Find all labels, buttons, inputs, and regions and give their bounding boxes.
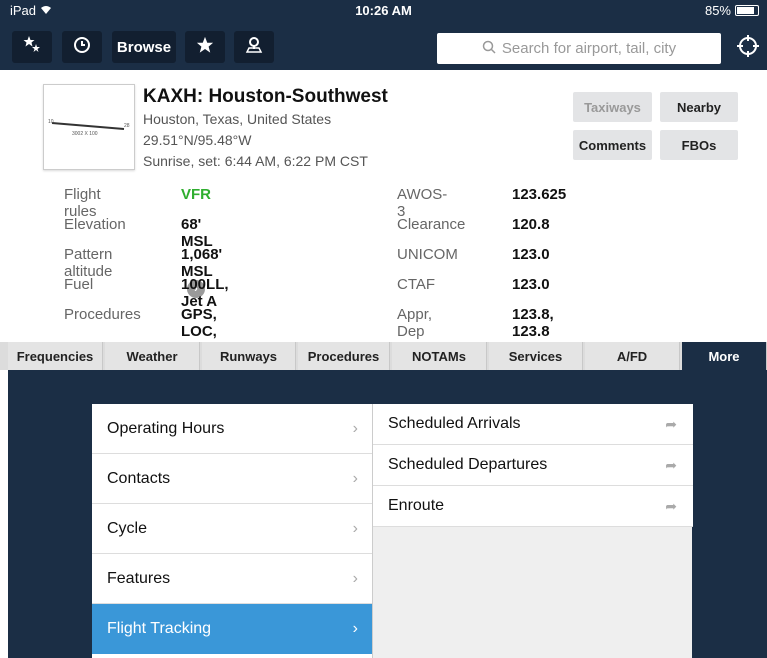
map-pin-button[interactable] — [234, 31, 274, 63]
battery-percent: 85% — [704, 3, 731, 18]
status-bar: iPad 10:26 AM 85% — [0, 0, 767, 22]
info-value: 123.0 — [512, 246, 550, 263]
tab-weather[interactable]: Weather — [105, 342, 200, 370]
clock-icon — [73, 36, 91, 58]
submenu-item-scheduled-departures[interactable]: Scheduled Departures ➦ — [373, 445, 693, 486]
tab-notams[interactable]: NOTAMs — [392, 342, 487, 370]
favorites-sparkle-button[interactable] — [12, 31, 52, 63]
search-icon — [482, 40, 496, 58]
taxiways-button[interactable]: Taxiways — [573, 92, 652, 122]
tab-more[interactable]: More — [682, 342, 767, 370]
sunrise-sunset: Sunrise, set: 6:44 AM, 6:22 PM CST — [143, 153, 368, 169]
info-label: Flight rules — [64, 186, 101, 220]
info-label: Clearance — [397, 216, 466, 233]
star-icon — [196, 36, 214, 58]
chevron-right-icon: › — [352, 519, 358, 537]
chevron-right-icon: › — [352, 469, 358, 487]
fbos-button[interactable]: FBOs — [660, 130, 738, 160]
info-label: Fuel — [64, 276, 94, 293]
menu-item-flight-tracking[interactable]: Flight Tracking › — [92, 604, 372, 654]
locate-button[interactable] — [731, 32, 765, 64]
tab-runways[interactable]: Runways — [202, 342, 296, 370]
info-value: 123.8, 123.8 — [512, 306, 554, 340]
share-arrow-icon: ➦ — [665, 456, 677, 473]
sparkle-stars-icon — [22, 35, 42, 59]
tab-procedures[interactable]: Procedures — [298, 342, 390, 370]
favorites-button[interactable] — [185, 31, 225, 63]
browse-button[interactable]: Browse — [112, 31, 176, 63]
search-placeholder: Search for airport, tail, city — [501, 40, 677, 57]
toolbar: Browse Search for airport, tail, city — [0, 22, 767, 70]
tab-afd[interactable]: A/FD — [585, 342, 680, 370]
runway-diagram-thumbnail[interactable]: 3002 X 100 10 28 — [43, 84, 135, 170]
info-value: 123.625 — [512, 186, 567, 203]
recent-button[interactable] — [62, 31, 102, 63]
chevron-right-icon: › — [352, 569, 358, 587]
info-label: Elevation — [64, 216, 126, 233]
info-label: CTAF — [397, 276, 436, 293]
info-value: 120.8 — [512, 216, 550, 233]
share-arrow-icon: ➦ — [665, 415, 677, 432]
submenu-item-enroute[interactable]: Enroute ➦ — [373, 486, 693, 527]
map-pin-icon — [245, 36, 263, 58]
info-label: Appr, Dep — [397, 306, 433, 340]
svg-text:3002 X 100: 3002 X 100 — [72, 131, 98, 137]
tab-bar: Frequencies Weather Runways Procedures N… — [0, 342, 767, 370]
battery-icon — [735, 5, 759, 16]
info-value: 100LL, Jet A — [181, 276, 229, 310]
info-label: Pattern altitude — [64, 246, 113, 280]
info-value: VFR — [181, 186, 211, 203]
svg-text:28: 28 — [124, 123, 130, 129]
search-input[interactable]: Search for airport, tail, city — [437, 33, 721, 64]
crosshair-icon — [737, 34, 759, 62]
share-arrow-icon: ➦ — [665, 497, 677, 514]
airport-coords: 29.51°N/95.48°W — [143, 132, 252, 148]
menu-item-contacts[interactable]: Contacts › — [92, 454, 372, 504]
chevron-right-icon: › — [352, 620, 358, 637]
info-value: 123.0 — [512, 276, 550, 293]
tab-services[interactable]: Services — [489, 342, 583, 370]
airport-location: Houston, Texas, United States — [143, 111, 332, 127]
chevron-right-icon: › — [352, 419, 358, 437]
info-value: 68' MSL — [181, 216, 213, 250]
more-menu-list: Operating Hours › Contacts › Cycle › Featur… — [92, 404, 372, 658]
airport-title: KAXH: Houston-Southwest — [143, 86, 388, 107]
nearby-button[interactable]: Nearby — [660, 92, 738, 122]
menu-item-cycle[interactable]: Cycle › — [92, 504, 372, 554]
info-label: UNICOM — [397, 246, 458, 263]
menu-item-operating-hours[interactable]: Operating Hours › — [92, 404, 372, 454]
submenu-item-scheduled-arrivals[interactable]: Scheduled Arrivals ➦ — [373, 404, 693, 445]
comments-button[interactable]: Comments — [573, 130, 652, 160]
tab-frequencies[interactable]: Frequencies — [8, 342, 103, 370]
info-label: AWOS-3 — [397, 186, 448, 220]
info-label: Procedures — [64, 306, 141, 323]
clock: 10:26 AM — [355, 3, 412, 18]
flight-tracking-submenu: Scheduled Arrivals ➦ Scheduled Departures… — [372, 404, 693, 658]
airport-header: 3002 X 100 10 28 KAXH: Houston-Southwest… — [0, 70, 767, 357]
svg-text:10: 10 — [48, 119, 54, 125]
menu-item-features[interactable]: Features › — [92, 554, 372, 604]
